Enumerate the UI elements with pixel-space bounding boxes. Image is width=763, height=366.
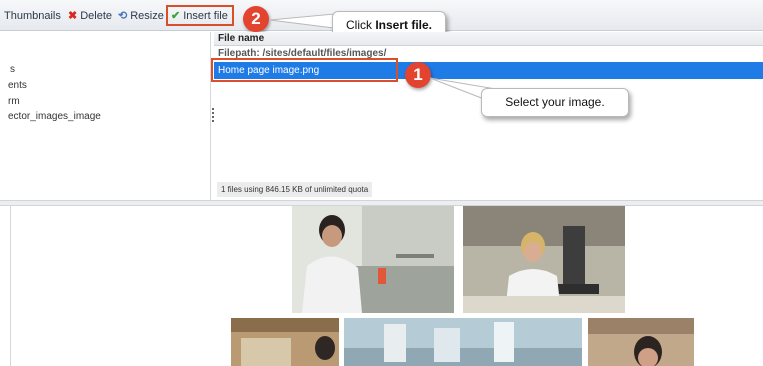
step-2-badge: 2 — [243, 6, 269, 32]
preview-image-lab-bench — [231, 318, 339, 366]
lab-photo-5-graphic — [588, 318, 694, 366]
delete-label: Delete — [80, 10, 113, 22]
callout-pointer-2 — [269, 13, 335, 29]
step-1-number: 1 — [413, 65, 423, 84]
tree-item[interactable]: ents — [8, 80, 27, 91]
column-header-file-name[interactable]: File name — [214, 32, 763, 46]
lab-photo-2-graphic — [463, 206, 625, 313]
resize-icon: ⟲ — [118, 9, 128, 22]
lab-photo-1-graphic — [292, 206, 454, 313]
resize-label: Resize — [130, 10, 164, 22]
tree-item[interactable]: rm — [8, 96, 20, 107]
preview-image-lab-pipette — [292, 206, 454, 313]
insert-file-highlight — [166, 5, 234, 26]
lab-photo-4-graphic — [344, 318, 582, 366]
thumbnails-label: Thumbnails — [4, 10, 61, 22]
callout-insert-bold: Insert file. — [375, 18, 433, 32]
quota-status: 1 files using 846.15 KB of unlimited quo… — [217, 182, 373, 197]
selected-file-highlight — [211, 58, 398, 82]
preview-image-microscope — [463, 206, 625, 313]
thumbnails-button[interactable]: Thumbnails — [4, 9, 61, 23]
delete-icon: ✖ — [68, 9, 78, 22]
delete-button[interactable]: ✖ Delete — [68, 9, 112, 23]
tree-item[interactable]: ector_images_image — [8, 111, 101, 122]
preview-margin — [0, 205, 11, 366]
callout-select-text: Select your image. — [505, 95, 605, 109]
tree-item[interactable]: s — [10, 64, 15, 75]
preview-image-glassware — [344, 318, 582, 366]
step-2-number: 2 — [251, 9, 261, 28]
lab-photo-3-graphic — [231, 318, 339, 366]
directory-tree: s ents rm ector_images_image — [0, 32, 211, 200]
preview-image-researcher — [588, 318, 694, 366]
callout-select-image: Select your image. — [481, 88, 629, 117]
resize-button[interactable]: ⟲ Resize — [118, 9, 164, 23]
callout-insert-prefix: Click — [345, 18, 376, 32]
